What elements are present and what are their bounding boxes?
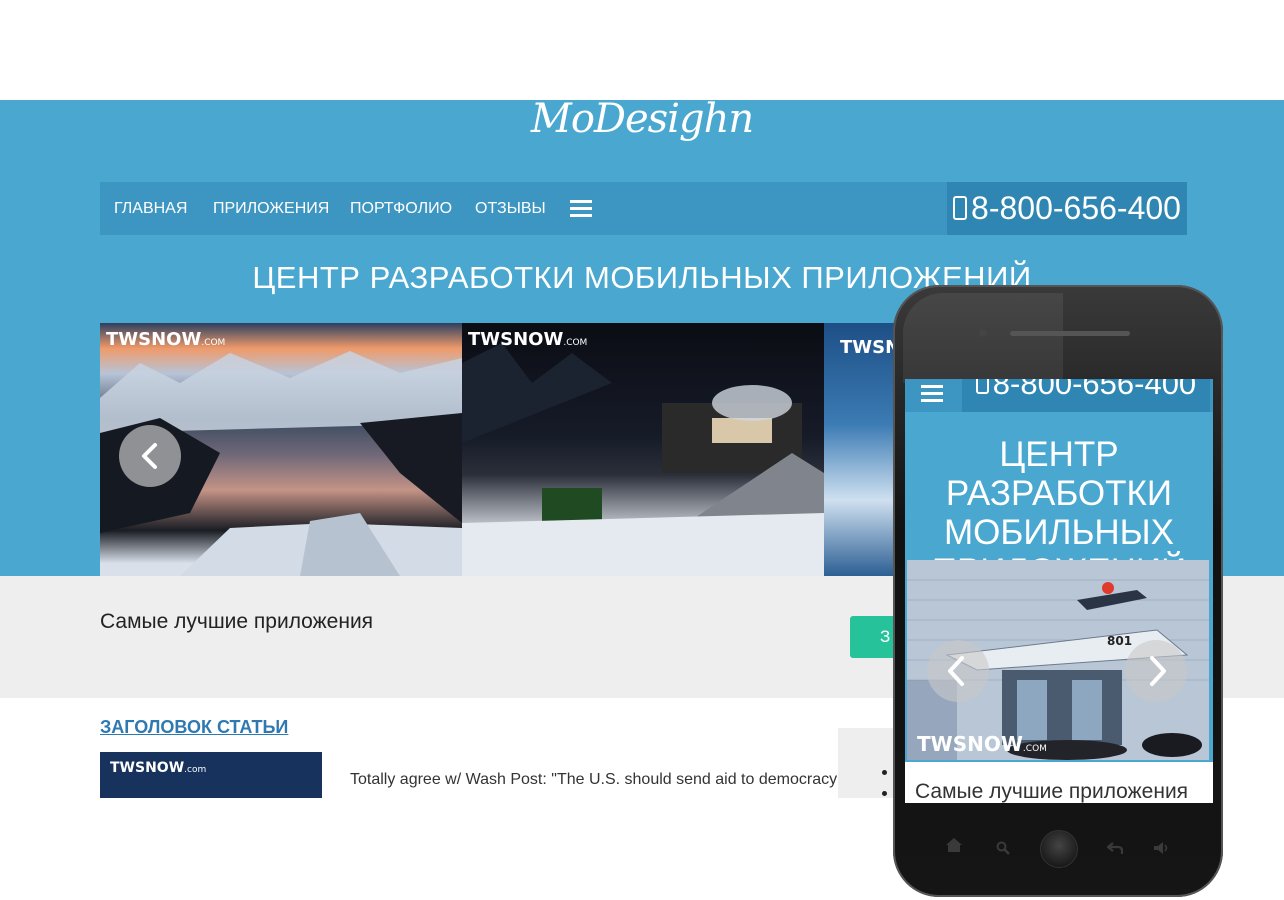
mobile-band-tagline: Самые лучшие приложения <box>915 780 1189 803</box>
speaker-grille <box>1010 331 1130 336</box>
article-thumbnail[interactable]: TWSNOW.com <box>100 752 322 798</box>
nav-item-home[interactable]: ГЛАВНАЯ <box>114 182 187 235</box>
nav-item-reviews[interactable]: ОТЗЫВЫ <box>475 182 546 235</box>
front-camera-icon <box>979 329 987 337</box>
hamburger-icon[interactable] <box>921 385 943 403</box>
mobile-phone-icon <box>975 379 989 394</box>
home-icon[interactable] <box>945 837 963 853</box>
search-icon[interactable] <box>996 841 1010 855</box>
slide-frozen-forest: TWSNOW <box>824 323 900 576</box>
phone-screen: 8-800-656-400 ЦЕНТР РАЗРАБОТКИ МОБИЛЬНЫХ… <box>905 379 1213 803</box>
hamburger-icon[interactable] <box>570 200 592 218</box>
mobile-slide: 801 TWSNOW.COM <box>907 560 1209 760</box>
chevron-left-icon <box>948 656 964 686</box>
chevron-left-icon <box>142 443 157 469</box>
slide-station-art <box>462 343 824 576</box>
article-excerpt: Totally agree w/ Wash Post: "The U.S. sh… <box>350 771 849 788</box>
list-bullet <box>882 791 887 796</box>
slide-snow-station: TWSNOW.COM <box>462 323 824 576</box>
slide-watermark: TWSNOW <box>840 337 900 358</box>
phone-number-box[interactable]: 8-800-656-400 <box>947 182 1187 235</box>
device-glare <box>903 293 1063 383</box>
phone-number: 8-800-656-400 <box>971 190 1181 226</box>
main-navbar: ГЛАВНАЯ ПРИЛОЖЕНИЯ ПОРТФОЛИО ОТЗЫВЫ 8-80… <box>100 182 1187 235</box>
list-bullet <box>882 770 887 775</box>
mobile-phone-icon <box>953 195 968 220</box>
article-title[interactable]: ЗАГОЛОВОК СТАТЬИ <box>100 717 288 738</box>
image-slider: TWSNOW.COM TWSNOW.COM TWSNOW <box>100 323 900 576</box>
home-button[interactable] <box>1040 830 1078 868</box>
mobile-prev-button[interactable] <box>927 640 989 702</box>
volume-icon[interactable] <box>1153 841 1171 855</box>
slide-watermark: TWSNOW.COM <box>106 329 226 350</box>
mobile-navbar: 8-800-656-400 <box>905 379 1213 412</box>
slide-watermark: TWSNOW.COM <box>468 329 588 350</box>
slide-watermark: TWSNOW.COM <box>917 732 1047 756</box>
mobile-phone-number: 8-800-656-400 <box>992 379 1197 401</box>
smartphone-mockup: 8-800-656-400 ЦЕНТР РАЗРАБОТКИ МОБИЛЬНЫХ… <box>893 285 1223 897</box>
thumbnail-watermark: TWSNOW.com <box>110 760 207 776</box>
mobile-next-button[interactable] <box>1125 640 1187 702</box>
site-logo[interactable]: MoDesighn <box>0 100 1284 142</box>
mobile-features-band: Самые лучшие приложения <box>905 762 1213 803</box>
slider-prev-button[interactable] <box>119 425 181 487</box>
chevron-right-icon <box>1150 656 1166 686</box>
band-tagline: Самые лучшие приложения <box>100 610 374 633</box>
mobile-phone-number-box[interactable]: 8-800-656-400 <box>962 379 1210 412</box>
back-icon[interactable] <box>1107 841 1123 855</box>
nav-item-portfolio[interactable]: ПОРТФОЛИО <box>350 182 452 235</box>
nav-item-apps[interactable]: ПРИЛОЖЕНИЯ <box>213 182 329 235</box>
